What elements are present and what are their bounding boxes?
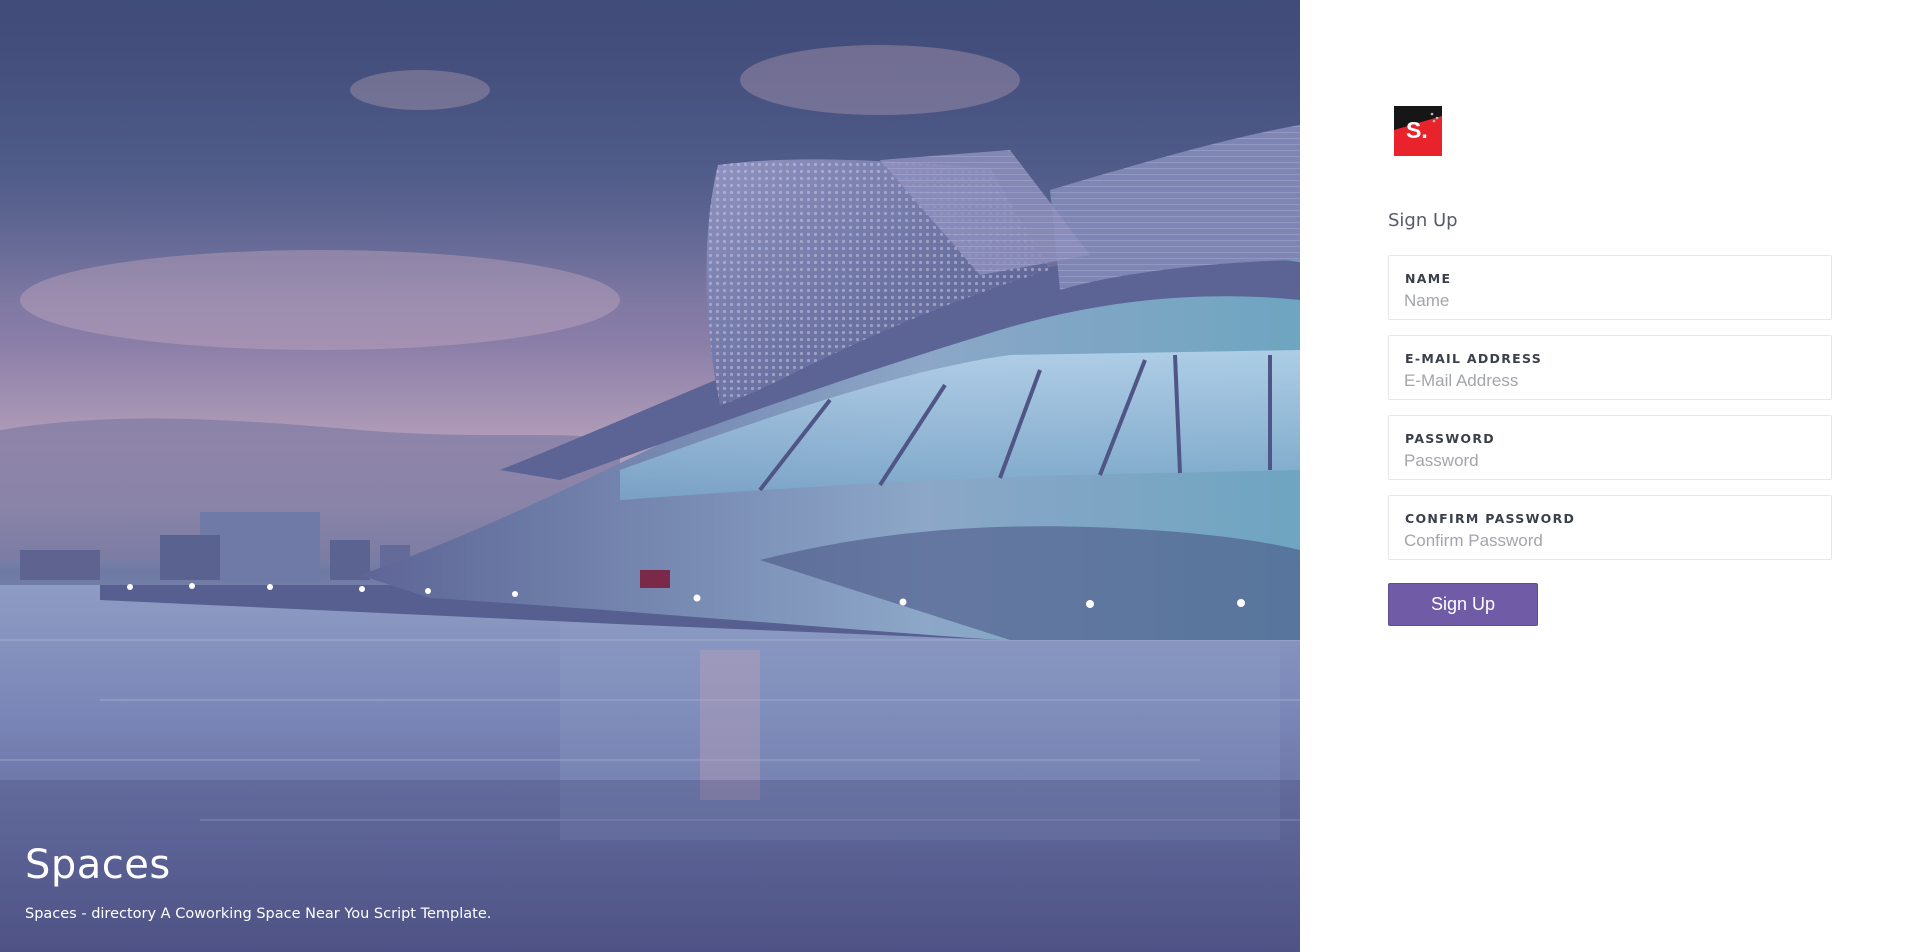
name-input[interactable] xyxy=(1404,289,1814,313)
hero-subtitle: Spaces - directory A Coworking Space Nea… xyxy=(25,906,492,922)
signup-page: Spaces Spaces - directory A Coworking Sp… xyxy=(0,0,1920,952)
password-input[interactable] xyxy=(1404,449,1814,473)
confirm-password-label: CONFIRM PASSWORD xyxy=(1405,511,1576,526)
hero-architecture-illustration xyxy=(0,0,1300,952)
email-label: E-MAIL ADDRESS xyxy=(1405,351,1543,366)
password-label: PASSWORD xyxy=(1405,431,1495,446)
password-field[interactable]: PASSWORD xyxy=(1388,415,1832,480)
email-input[interactable] xyxy=(1404,369,1814,393)
form-title: Sign Up xyxy=(1388,210,1458,231)
signup-panel: S. Sign Up NAME E-MAIL ADDRESS PASSWORD … xyxy=(1300,0,1920,952)
sign-up-button[interactable]: Sign Up xyxy=(1388,583,1538,626)
hero-title: Spaces xyxy=(25,842,171,888)
brand-logo-icon[interactable]: S. xyxy=(1394,106,1442,156)
name-field[interactable]: NAME xyxy=(1388,255,1832,320)
confirm-password-input[interactable] xyxy=(1404,529,1814,553)
confirm-password-field[interactable]: CONFIRM PASSWORD xyxy=(1388,495,1832,560)
name-label: NAME xyxy=(1405,271,1452,286)
brand-logo-letter: S. xyxy=(1406,117,1428,143)
hero-background-image: Spaces Spaces - directory A Coworking Sp… xyxy=(0,0,1300,952)
email-field[interactable]: E-MAIL ADDRESS xyxy=(1388,335,1832,400)
